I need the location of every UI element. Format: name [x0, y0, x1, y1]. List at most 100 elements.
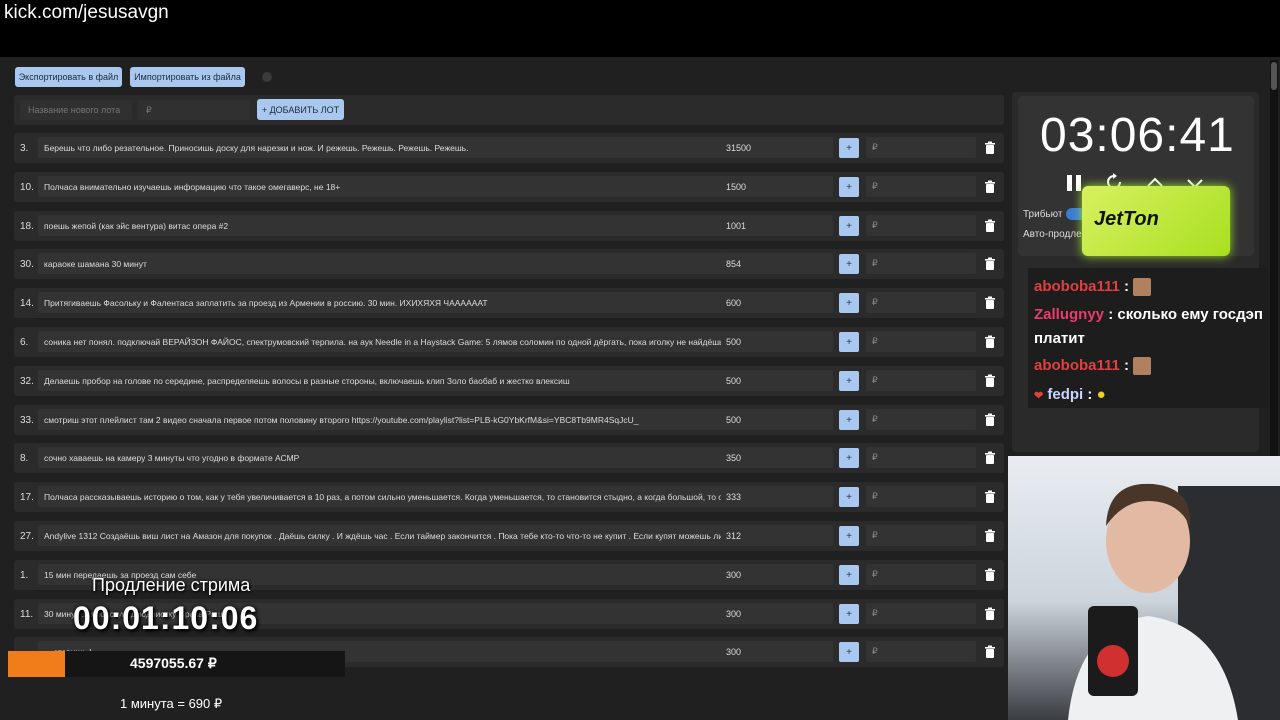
new-lot-name-input[interactable] — [20, 100, 132, 120]
bank-amount: 4597055.67 ₽ — [130, 655, 217, 671]
pause-icon[interactable] — [1066, 174, 1082, 192]
lot-number: 10. — [20, 182, 34, 193]
lot-add-amount-input[interactable]: ₽ — [866, 253, 976, 274]
lot-number: 1. — [20, 570, 29, 581]
lot-title-input[interactable]: Притягиваешь Фасольку и Фалентаса заплат… — [38, 292, 728, 313]
lot-add-button[interactable]: + — [839, 487, 859, 507]
trash-icon[interactable] — [983, 451, 997, 465]
lot-amount-input[interactable]: 1001 — [721, 215, 833, 236]
lot-add-amount-input[interactable]: ₽ — [866, 603, 976, 624]
emote-icon — [1133, 357, 1152, 376]
lot-amount-input[interactable]: 500 — [721, 409, 833, 430]
chat-username: aboboba111 — [1034, 357, 1120, 374]
lot-add-amount-input[interactable]: ₽ — [866, 486, 976, 507]
lot-title-input[interactable]: смотриш этот плейлист там 2 видео сначал… — [38, 409, 728, 430]
lot-add-button[interactable]: + — [839, 216, 859, 236]
trash-icon[interactable] — [983, 296, 997, 310]
chat-username: Zallugnyy — [1034, 306, 1105, 323]
lot-add-amount-input[interactable]: ₽ — [866, 331, 976, 352]
trash-icon[interactable] — [983, 490, 997, 504]
lot-add-button[interactable]: + — [839, 332, 859, 352]
lot-add-button[interactable]: + — [839, 565, 859, 585]
lot-title-input[interactable]: поешь жепой (как эйс вентура) витас опер… — [38, 215, 728, 236]
lot-amount-input[interactable]: 31500 — [721, 137, 833, 158]
lot-title-input[interactable]: Берешь что либо резательное. Приносишь д… — [38, 137, 728, 158]
lot-add-button[interactable]: + — [839, 448, 859, 468]
chat-message-continued: платит — [1034, 330, 1085, 347]
lot-number: 6. — [20, 337, 29, 348]
timer-value: 03:06:41 — [1040, 109, 1235, 162]
lot-add-amount-input[interactable]: ₽ — [866, 525, 976, 546]
trash-icon[interactable] — [983, 568, 997, 582]
lot-add-button[interactable]: + — [839, 371, 859, 391]
trash-icon[interactable] — [983, 374, 997, 388]
lot-amount-input[interactable]: 600 — [721, 292, 833, 313]
lot-title-input[interactable]: соника нет понял. подключай ВЕРАЙЗОН ФАЙ… — [38, 331, 728, 352]
lot-add-button[interactable]: + — [839, 177, 859, 197]
chat-message: aboboba111 : — [1034, 357, 1152, 376]
emote-icon — [1133, 278, 1152, 297]
lot-add-button[interactable]: + — [839, 138, 859, 158]
export-button[interactable]: Экспортировать в файл — [15, 67, 122, 87]
add-lot-button[interactable]: + ДОБАВИТЬ ЛОТ — [257, 99, 344, 120]
trash-icon[interactable] — [983, 219, 997, 233]
lot-amount-input[interactable]: 350 — [721, 447, 833, 468]
trash-icon[interactable] — [983, 529, 997, 543]
lot-row: 3. Берешь что либо резательное. Приносишь… — [14, 133, 1004, 163]
lot-add-amount-input[interactable]: ₽ — [866, 447, 976, 468]
lot-number: 11. — [20, 609, 34, 620]
lot-row: 32. Делаешь пробор на голове по середине,… — [14, 366, 1004, 396]
lot-add-amount-input[interactable]: ₽ — [866, 370, 976, 391]
rate-text: 1 минута = 690 ₽ — [120, 696, 223, 711]
trash-icon[interactable] — [983, 180, 997, 194]
lot-amount-input[interactable]: 500 — [721, 370, 833, 391]
lot-add-amount-input[interactable]: ₽ — [866, 292, 976, 313]
lot-row: 33. смотриш этот плейлист там 2 видео сна… — [14, 405, 1004, 435]
lot-add-button[interactable]: + — [839, 293, 859, 313]
lot-amount-input[interactable]: 500 — [721, 331, 833, 352]
lot-add-amount-input[interactable]: ₽ — [866, 215, 976, 236]
emote-icon: ● — [1096, 386, 1106, 403]
extension-title: Продление стрима — [92, 575, 251, 595]
lot-amount-input[interactable]: 300 — [721, 641, 833, 662]
lot-amount-input[interactable]: 854 — [721, 253, 833, 274]
lot-row: 6. соника нет понял. подключай ВЕРАЙЗОН Ф… — [14, 327, 1004, 357]
scrollbar-thumb[interactable] — [1271, 62, 1277, 90]
lot-number: 27. — [20, 531, 34, 542]
theme-toggle-icon[interactable] — [262, 72, 272, 82]
lot-add-button[interactable]: + — [839, 526, 859, 546]
lot-add-amount-input[interactable]: ₽ — [866, 176, 976, 197]
lot-title-input[interactable]: Полчаса внимательно изучаешь информацию … — [38, 176, 728, 197]
lot-title-input[interactable]: Делаешь пробор на голове по середине, ра… — [38, 370, 728, 391]
scrollbar[interactable] — [1270, 60, 1278, 460]
lot-add-amount-input[interactable]: ₽ — [866, 137, 976, 158]
lot-title-input[interactable]: караоке шамана 30 минут — [38, 253, 728, 274]
lot-amount-input[interactable]: 333 — [721, 486, 833, 507]
lot-amount-input[interactable]: 312 — [721, 525, 833, 546]
trash-icon[interactable] — [983, 335, 997, 349]
lot-amount-input[interactable]: 300 — [721, 603, 833, 624]
import-button[interactable]: Импортировать из файла — [130, 67, 245, 87]
lot-add-button[interactable]: + — [839, 254, 859, 274]
trash-icon[interactable] — [983, 257, 997, 271]
lot-add-button[interactable]: + — [839, 410, 859, 430]
trash-icon[interactable] — [983, 141, 997, 155]
lot-add-button[interactable]: + — [839, 642, 859, 662]
lot-add-button[interactable]: + — [839, 604, 859, 624]
lot-add-amount-input[interactable]: ₽ — [866, 641, 976, 662]
new-lot-amount-input[interactable] — [138, 100, 250, 120]
lot-row: 8. сочно хаваешь на камеру 3 минуты что у… — [14, 443, 1004, 473]
lot-title-input[interactable]: Полчаса рассказываешь историю о том, как… — [38, 486, 728, 507]
trash-icon[interactable] — [983, 607, 997, 621]
jetton-logo: JetTon — [1082, 186, 1230, 256]
lot-add-amount-input[interactable]: ₽ — [866, 409, 976, 430]
badge-icon: ❤ — [1034, 390, 1044, 402]
trash-icon[interactable] — [983, 413, 997, 427]
trash-icon[interactable] — [983, 645, 997, 659]
lot-add-amount-input[interactable]: ₽ — [866, 564, 976, 585]
lot-title-input[interactable]: сочно хаваешь на камеру 3 минуты что уго… — [38, 447, 728, 468]
chat-message: aboboba111 : — [1034, 278, 1152, 297]
lot-title-input[interactable]: Andylive 1312 Создаёшь виш лист на Амазо… — [38, 525, 728, 546]
lot-amount-input[interactable]: 300 — [721, 564, 833, 585]
lot-amount-input[interactable]: 1500 — [721, 176, 833, 197]
